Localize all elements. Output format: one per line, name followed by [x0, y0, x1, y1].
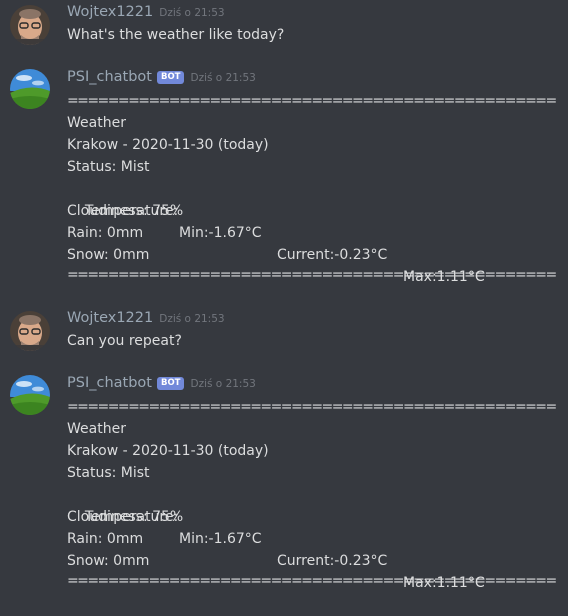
weather-snow: Snow: 0mm — [67, 247, 150, 263]
weather-status: Status: Mist — [67, 465, 150, 481]
weather-heading: Weather — [67, 115, 126, 131]
bot-avatar[interactable] — [10, 375, 50, 415]
bot-tag: BOT — [156, 377, 185, 390]
weather-status: Status: Mist — [67, 159, 150, 175]
separator-line: ========================================… — [67, 399, 557, 415]
weather-location: Krakow - 2020-11-30 (today) — [67, 137, 269, 153]
separator-line: ========================================… — [67, 267, 557, 283]
message-timestamp: Dziś o 21:53 — [190, 378, 256, 390]
weather-cloudiness: Cloudiness: 75% — [67, 203, 184, 219]
weather-rain: Rain: 0mm — [67, 225, 144, 241]
message-text: What's the weather like today? — [67, 27, 285, 43]
message-timestamp: Dziś o 21:53 — [159, 7, 225, 19]
weather-location: Krakow - 2020-11-30 (today) — [67, 443, 269, 459]
temperature-min: Min:-1.67°C — [179, 531, 262, 547]
weather-cloudiness: Cloudiness: 75% — [67, 509, 184, 525]
weather-snow: Snow: 0mm — [67, 553, 150, 569]
temperature-min: Min:-1.67°C — [179, 225, 262, 241]
username[interactable]: PSI_chatbot — [67, 375, 152, 391]
username[interactable]: Wojtex1221 — [67, 310, 153, 326]
temperature-current: Current:-0.23°C — [277, 247, 388, 263]
user-avatar[interactable] — [10, 311, 50, 351]
temperature-current: Current:-0.23°C — [277, 553, 388, 569]
weather-rain: Rain: 0mm — [67, 531, 144, 547]
username[interactable]: Wojtex1221 — [67, 4, 153, 20]
user-avatar[interactable] — [10, 5, 50, 45]
bot-avatar[interactable] — [10, 69, 50, 109]
bot-tag: BOT — [156, 71, 185, 84]
separator-line: ========================================… — [67, 573, 557, 589]
message-timestamp: Dziś o 21:53 — [159, 313, 225, 325]
message-text: Can you repeat? — [67, 333, 182, 349]
username[interactable]: PSI_chatbot — [67, 69, 152, 85]
message-timestamp: Dziś o 21:53 — [190, 72, 256, 84]
weather-heading: Weather — [67, 421, 126, 437]
separator-line: ========================================… — [67, 93, 557, 109]
